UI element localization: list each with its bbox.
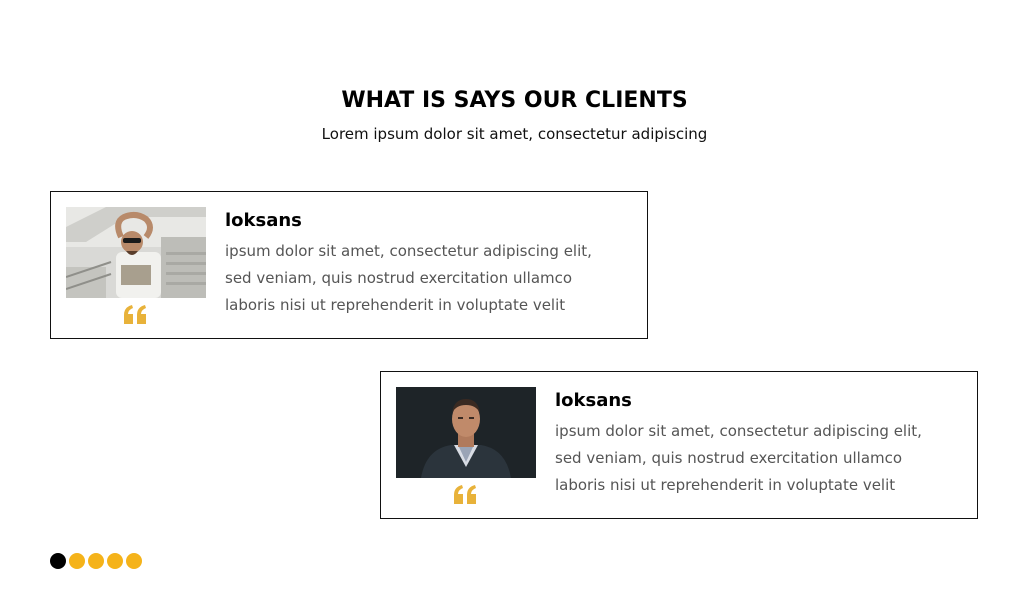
testimonials-section: WHAT IS SAYS OUR CLIENTS Lorem ipsum dol… <box>0 0 1014 599</box>
testimonial-line: laboris nisi ut reprehenderit in volupta… <box>225 296 566 314</box>
section-subtitle: Lorem ipsum dolor sit amet, consectetur … <box>321 125 708 143</box>
client-name: loksans <box>555 390 632 411</box>
client-photo <box>66 207 206 298</box>
pagination-dot[interactable] <box>50 553 66 569</box>
carousel-pagination <box>50 553 142 569</box>
testimonial-line: ipsum dolor sit amet, consectetur adipis… <box>555 422 922 440</box>
testimonial-line: laboris nisi ut reprehenderit in volupta… <box>555 476 896 494</box>
testimonial-body: loksans ipsum dolor sit amet, consectetu… <box>225 208 635 319</box>
testimonial-line: sed veniam, quis nostrud exercitation ul… <box>555 449 903 467</box>
testimonial-body: loksans ipsum dolor sit amet, consectetu… <box>555 388 965 499</box>
testimonial-line: sed veniam, quis nostrud exercitation ul… <box>225 269 573 287</box>
testimonial-line: ipsum dolor sit amet, consectetur adipis… <box>225 242 592 260</box>
quote-icon <box>454 485 478 505</box>
pagination-dot[interactable] <box>88 553 104 569</box>
client-name: loksans <box>225 210 302 231</box>
section-title: WHAT IS SAYS OUR CLIENTS <box>341 88 688 113</box>
pagination-dot[interactable] <box>69 553 85 569</box>
pagination-dot[interactable] <box>107 553 123 569</box>
quote-icon <box>124 305 148 325</box>
pagination-dot[interactable] <box>126 553 142 569</box>
client-photo <box>396 387 536 478</box>
testimonial-card: loksans ipsum dolor sit amet, consectetu… <box>380 371 978 519</box>
testimonial-card: loksans ipsum dolor sit amet, consectetu… <box>50 191 648 339</box>
